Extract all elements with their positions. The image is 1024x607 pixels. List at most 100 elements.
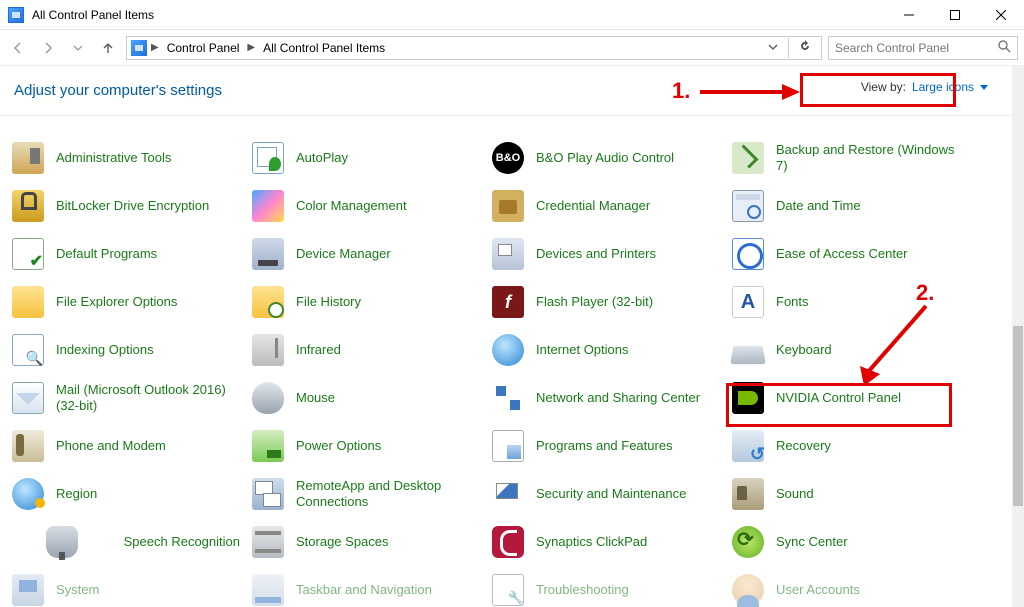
- item-label[interactable]: Infrared: [296, 342, 341, 358]
- item-label[interactable]: Administrative Tools: [56, 150, 171, 166]
- item-mail[interactable]: Mail (Microsoft Outlook 2016) (32-bit): [6, 374, 246, 422]
- item-label[interactable]: Flash Player (32-bit): [536, 294, 653, 310]
- up-button[interactable]: [96, 36, 120, 60]
- view-by-selector[interactable]: View by: Large icons: [861, 80, 988, 94]
- item-sync-center[interactable]: Sync Center: [726, 518, 966, 566]
- item-label[interactable]: Taskbar and Navigation: [296, 582, 432, 598]
- item-label[interactable]: RemoteApp and Desktop Connections: [296, 478, 480, 509]
- item-speech-recognition[interactable]: Speech Recognition: [6, 518, 246, 566]
- item-label[interactable]: Indexing Options: [56, 342, 154, 358]
- item-taskbar-navigation[interactable]: Taskbar and Navigation: [246, 566, 486, 607]
- item-keyboard[interactable]: Keyboard: [726, 326, 966, 374]
- item-label[interactable]: Network and Sharing Center: [536, 390, 700, 406]
- item-mouse[interactable]: Mouse: [246, 374, 486, 422]
- item-ease-of-access[interactable]: Ease of Access Center: [726, 230, 966, 278]
- view-by-value[interactable]: Large icons: [912, 80, 988, 94]
- minimize-button[interactable]: [886, 0, 932, 29]
- item-label[interactable]: AutoPlay: [296, 150, 348, 166]
- item-label[interactable]: Programs and Features: [536, 438, 673, 454]
- item-synaptics[interactable]: Synaptics ClickPad: [486, 518, 726, 566]
- item-label[interactable]: Backup and Restore (Windows 7): [776, 142, 960, 173]
- item-system[interactable]: System: [6, 566, 246, 607]
- item-label[interactable]: Security and Maintenance: [536, 486, 686, 502]
- item-label[interactable]: B&O Play Audio Control: [536, 150, 674, 166]
- item-region[interactable]: Region: [6, 470, 246, 518]
- item-label[interactable]: Sound: [776, 486, 814, 502]
- item-label[interactable]: Fonts: [776, 294, 809, 310]
- item-label[interactable]: Device Manager: [296, 246, 391, 262]
- item-infrared[interactable]: Infrared: [246, 326, 486, 374]
- item-label[interactable]: Sync Center: [776, 534, 848, 550]
- item-flash-player[interactable]: fFlash Player (32-bit): [486, 278, 726, 326]
- vertical-scrollbar[interactable]: [1012, 66, 1024, 607]
- item-power-options[interactable]: Power Options: [246, 422, 486, 470]
- item-bo-audio[interactable]: B&OB&O Play Audio Control: [486, 134, 726, 182]
- back-button[interactable]: [6, 36, 30, 60]
- item-backup-restore[interactable]: Backup and Restore (Windows 7): [726, 134, 966, 182]
- item-user-accounts[interactable]: User Accounts: [726, 566, 966, 607]
- item-recovery[interactable]: Recovery: [726, 422, 966, 470]
- item-programs-features[interactable]: Programs and Features: [486, 422, 726, 470]
- item-file-history[interactable]: File History: [246, 278, 486, 326]
- item-nvidia-control-panel[interactable]: NVIDIA Control Panel: [726, 374, 966, 422]
- item-label[interactable]: Keyboard: [776, 342, 832, 358]
- forward-button[interactable]: [36, 36, 60, 60]
- item-indexing-options[interactable]: Indexing Options: [6, 326, 246, 374]
- address-bar[interactable]: ▶ Control Panel ▶ All Control Panel Item…: [126, 36, 822, 60]
- item-label[interactable]: Default Programs: [56, 246, 157, 262]
- item-file-explorer-options[interactable]: File Explorer Options: [6, 278, 246, 326]
- item-label[interactable]: Troubleshooting: [536, 582, 629, 598]
- item-label[interactable]: NVIDIA Control Panel: [776, 390, 901, 406]
- item-label[interactable]: Phone and Modem: [56, 438, 166, 454]
- item-administrative-tools[interactable]: Administrative Tools: [6, 134, 246, 182]
- item-label[interactable]: File History: [296, 294, 361, 310]
- item-default-programs[interactable]: Default Programs: [6, 230, 246, 278]
- item-label[interactable]: Mouse: [296, 390, 335, 406]
- item-network-sharing[interactable]: Network and Sharing Center: [486, 374, 726, 422]
- item-label[interactable]: Speech Recognition: [124, 534, 240, 550]
- item-label[interactable]: Storage Spaces: [296, 534, 389, 550]
- item-label[interactable]: Ease of Access Center: [776, 246, 908, 262]
- breadcrumb-control-panel[interactable]: Control Panel: [163, 37, 244, 59]
- item-fonts[interactable]: AFonts: [726, 278, 966, 326]
- recent-dropdown[interactable]: [66, 36, 90, 60]
- item-label[interactable]: User Accounts: [776, 582, 860, 598]
- item-autoplay[interactable]: AutoPlay: [246, 134, 486, 182]
- search-input[interactable]: Search Control Panel: [828, 36, 1018, 60]
- item-label[interactable]: File Explorer Options: [56, 294, 177, 310]
- item-label[interactable]: Credential Manager: [536, 198, 650, 214]
- item-bitlocker[interactable]: BitLocker Drive Encryption: [6, 182, 246, 230]
- chevron-right-icon[interactable]: ▶: [245, 42, 257, 53]
- item-label[interactable]: Region: [56, 486, 97, 502]
- item-label[interactable]: Recovery: [776, 438, 831, 454]
- refresh-button[interactable]: [793, 40, 817, 55]
- address-dropdown-icon[interactable]: [762, 41, 784, 55]
- item-label[interactable]: Color Management: [296, 198, 407, 214]
- scrollbar-thumb[interactable]: [1013, 326, 1023, 506]
- item-devices-printers[interactable]: Devices and Printers: [486, 230, 726, 278]
- item-troubleshooting[interactable]: Troubleshooting: [486, 566, 726, 607]
- item-device-manager[interactable]: Device Manager: [246, 230, 486, 278]
- chevron-right-icon[interactable]: ▶: [149, 42, 161, 53]
- item-remoteapp[interactable]: RemoteApp and Desktop Connections: [246, 470, 486, 518]
- item-sound[interactable]: Sound: [726, 470, 966, 518]
- item-label[interactable]: Devices and Printers: [536, 246, 656, 262]
- item-label[interactable]: System: [56, 582, 99, 598]
- item-credential-manager[interactable]: Credential Manager: [486, 182, 726, 230]
- item-label[interactable]: Synaptics ClickPad: [536, 534, 647, 550]
- item-label[interactable]: Date and Time: [776, 198, 861, 214]
- items-scroll-region[interactable]: Administrative Tools AutoPlay B&OB&O Pla…: [0, 118, 1012, 607]
- item-label[interactable]: Internet Options: [536, 342, 629, 358]
- close-button[interactable]: [978, 0, 1024, 29]
- item-label[interactable]: BitLocker Drive Encryption: [56, 198, 209, 214]
- item-color-management[interactable]: Color Management: [246, 182, 486, 230]
- item-phone-modem[interactable]: Phone and Modem: [6, 422, 246, 470]
- item-label[interactable]: Power Options: [296, 438, 381, 454]
- item-date-time[interactable]: Date and Time: [726, 182, 966, 230]
- item-security-maintenance[interactable]: Security and Maintenance: [486, 470, 726, 518]
- maximize-button[interactable]: [932, 0, 978, 29]
- item-internet-options[interactable]: Internet Options: [486, 326, 726, 374]
- breadcrumb-all-items[interactable]: All Control Panel Items: [259, 37, 389, 59]
- item-storage-spaces[interactable]: Storage Spaces: [246, 518, 486, 566]
- item-label[interactable]: Mail (Microsoft Outlook 2016) (32-bit): [56, 382, 240, 413]
